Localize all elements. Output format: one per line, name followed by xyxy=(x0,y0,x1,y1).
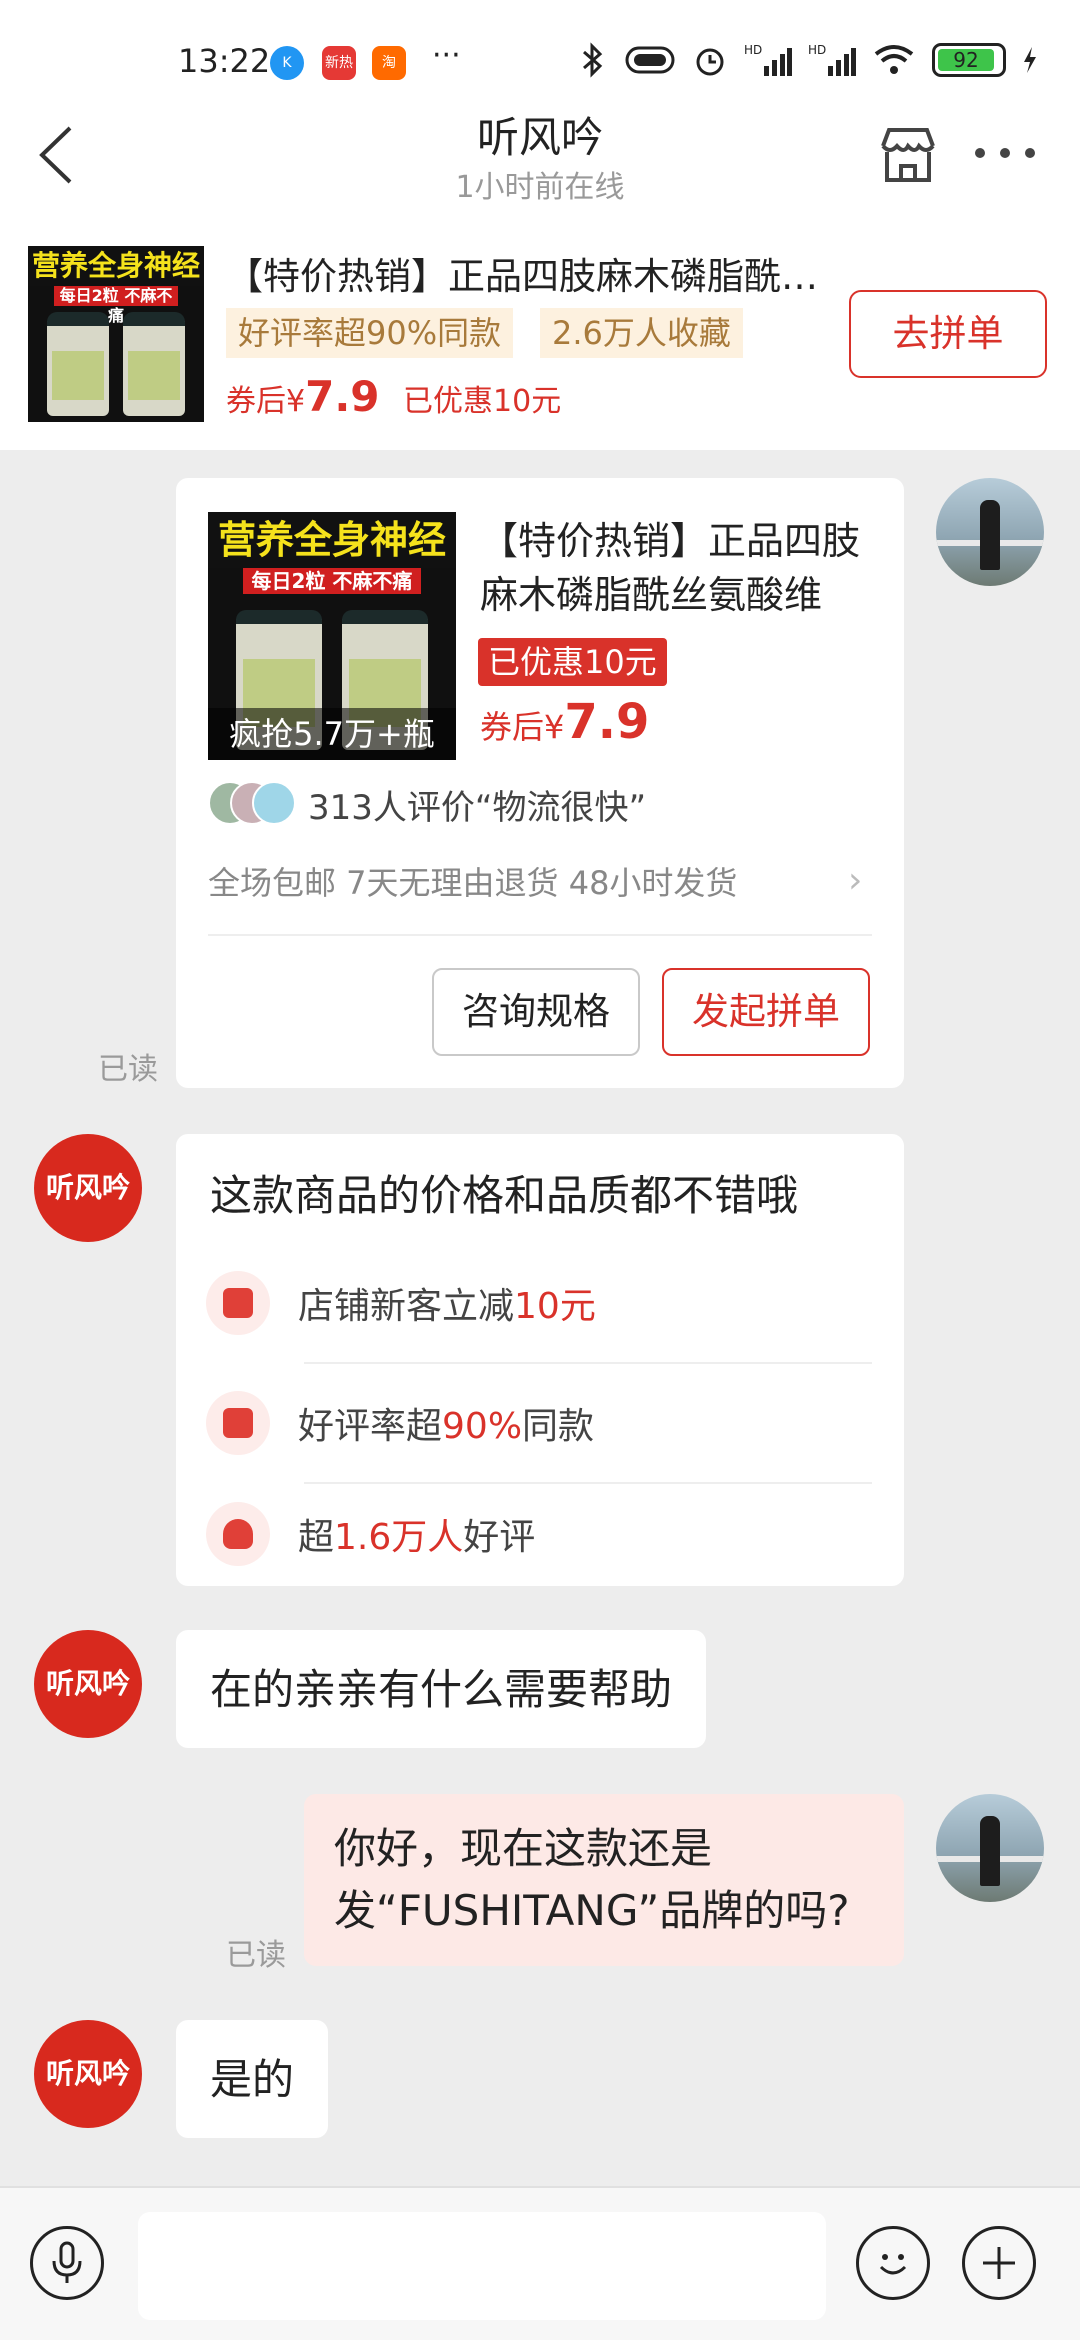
more-notifications-icon: ··· xyxy=(432,38,461,73)
product-image-subline: 每日2粒 不麻不痛 xyxy=(242,568,422,594)
bottle-image xyxy=(46,312,109,416)
review-summary: 313人评价“物流很快” xyxy=(208,780,646,828)
more-options-button[interactable] xyxy=(970,128,1040,178)
product-card-price: 券后¥7.9 xyxy=(480,694,649,750)
alarm-icon xyxy=(696,48,724,76)
product-banner-image[interactable]: 营养全身神经 每日2粒 不麻不痛 xyxy=(28,246,204,422)
product-card-image[interactable]: 营养全身神经 每日2粒 不麻不痛 疯抢5.7万+瓶 xyxy=(208,512,456,760)
more-actions-button[interactable] xyxy=(962,2226,1036,2300)
product-image-headline: 营养全身神经 xyxy=(28,246,204,286)
wifi-icon xyxy=(874,45,914,74)
svg-text:HD: HD xyxy=(744,43,762,57)
input-bar xyxy=(0,2186,1080,2340)
shop-message: 在的亲亲有什么需要帮助 xyxy=(176,1630,707,1748)
plus-icon xyxy=(983,2247,1015,2279)
status-bar: 13:22 K 新热 淘 ··· HD HD 92 xyxy=(0,0,1080,100)
more-dots-icon xyxy=(975,148,1035,158)
shop-avatar[interactable]: 听风吟 xyxy=(34,1630,142,1738)
currency-symbol: ¥ xyxy=(286,384,306,419)
user-icon xyxy=(206,1502,270,1566)
product-banner-price: 券后¥7.9 已优惠10元 xyxy=(226,372,561,421)
info-row: 超1.6万人好评 xyxy=(206,1484,872,1584)
thumbs-up-icon xyxy=(206,1391,270,1455)
charging-icon xyxy=(1024,47,1036,73)
divider xyxy=(208,934,872,936)
taobao-icon: 淘 xyxy=(372,46,406,80)
product-image-headline: 营养全身神经 xyxy=(208,512,456,568)
status-icons: HD HD 92 xyxy=(578,40,1038,80)
signal-icon-1: HD xyxy=(744,43,792,76)
user-avatar[interactable] xyxy=(936,478,1044,586)
microphone-icon xyxy=(52,2241,82,2283)
price-value: 7.9 xyxy=(305,372,380,421)
product-card[interactable]: 营养全身神经 每日2粒 不麻不痛 疯抢5.7万+瓶 【特价热销】正品四肢麻木磷脂… xyxy=(176,478,904,1088)
favorites-tag: 2.6万人收藏 xyxy=(540,308,743,358)
sales-overlay: 疯抢5.7万+瓶 xyxy=(208,708,456,760)
product-banner-title: 【特价热销】正品四肢麻木磷脂酰丝氨酸维 xyxy=(226,255,826,298)
product-card-title: 【特价热销】正品四肢麻木磷脂酰丝氨酸维 xyxy=(480,519,861,617)
hot-news-icon: 新热 xyxy=(322,46,356,80)
product-bottles xyxy=(28,312,204,416)
product-banner[interactable]: 营养全身神经 每日2粒 不麻不痛 【特价热销】正品四肢麻木磷脂酰丝氨酸维 好评率… xyxy=(0,210,1080,450)
product-image-subline: 每日2粒 不麻不痛 xyxy=(54,286,178,325)
review-text: 313人评价“物流很快” xyxy=(308,787,647,828)
k-app-icon: K xyxy=(270,46,304,80)
user-avatar[interactable] xyxy=(936,1794,1044,1902)
read-receipt: 已读 xyxy=(98,1052,158,1087)
coupon-icon xyxy=(206,1271,270,1335)
info-row: 店铺新客立减10元 xyxy=(206,1244,872,1362)
shop-message: 是的 xyxy=(176,2020,329,2138)
service-perks[interactable]: 全场包邮 7天无理由退货 48小时发货 xyxy=(208,858,737,904)
consult-spec-button[interactable]: 咨询规格 xyxy=(432,968,640,1056)
price-prefix: 券后 xyxy=(226,384,286,419)
chat-header: 听风吟 1小时前在线 xyxy=(0,100,1080,210)
discount-badge: 已优惠10元 xyxy=(478,638,667,686)
bluetooth-icon xyxy=(583,42,603,78)
smiley-icon xyxy=(879,2254,907,2275)
info-message-title: 这款商品的价格和品质都不错哦 xyxy=(210,1171,799,1220)
join-group-buy-button[interactable]: 去拼单 xyxy=(849,290,1047,378)
battery-level: 92 xyxy=(938,49,994,71)
emoji-button[interactable] xyxy=(856,2226,930,2300)
info-message-bubble: 这款商品的价格和品质都不错哦 店铺新客立减10元 好评率超90%同款 超1.6万… xyxy=(176,1134,904,1586)
currency-symbol: ¥ xyxy=(544,708,565,746)
signal-icon-2: HD xyxy=(808,43,856,76)
price-prefix: 券后 xyxy=(480,708,545,746)
voice-button[interactable] xyxy=(30,2226,104,2300)
info-row: 好评率超90%同款 xyxy=(206,1364,872,1482)
start-group-buy-button[interactable]: 发起拼单 xyxy=(662,968,870,1056)
chevron-right-icon[interactable]: › xyxy=(848,860,862,901)
discount-text: 已优惠10元 xyxy=(403,384,562,419)
shop-avatar[interactable]: 听风吟 xyxy=(34,2020,142,2128)
store-icon xyxy=(881,128,935,182)
rating-tag: 好评率超90%同款 xyxy=(226,308,514,358)
shop-avatar[interactable]: 听风吟 xyxy=(34,1134,142,1242)
message-input[interactable] xyxy=(138,2212,826,2320)
reviewer-avatars xyxy=(208,781,298,827)
vibrate-icon xyxy=(625,46,675,74)
price-value: 7.9 xyxy=(564,694,650,750)
shop-button[interactable] xyxy=(875,122,941,188)
status-time: 13:22 xyxy=(178,42,271,80)
svg-text:HD: HD xyxy=(808,43,826,57)
user-message: 你好，现在这款还是发“FUSHITANG”品牌的吗? xyxy=(304,1794,904,1966)
battery-icon: 92 xyxy=(932,43,1006,77)
read-receipt: 已读 xyxy=(226,1938,286,1973)
bottle-image xyxy=(123,312,186,416)
